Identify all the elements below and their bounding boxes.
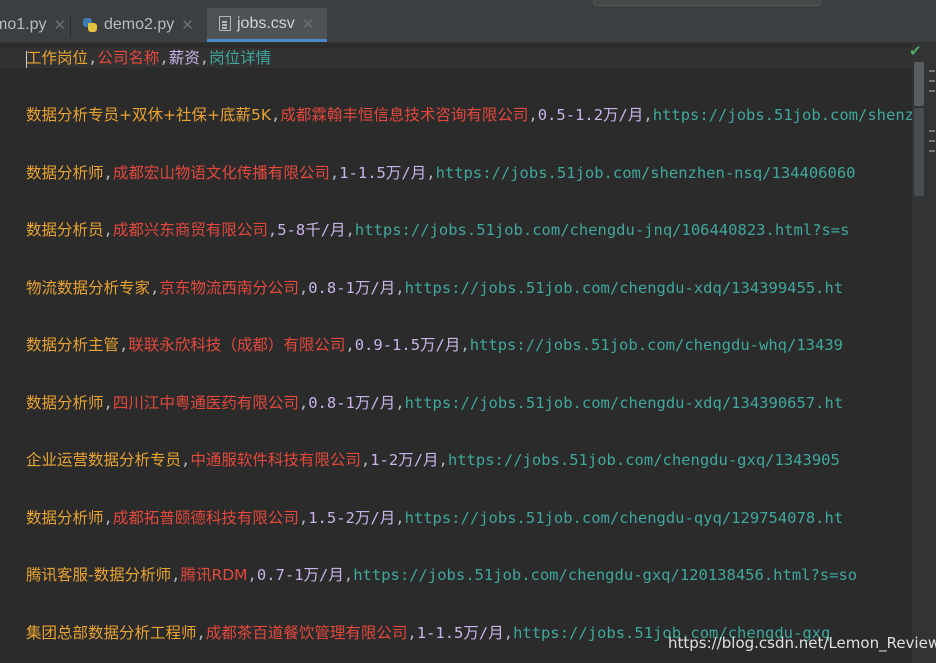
company-cell: 联联永欣科技（成都）有限公司 bbox=[128, 336, 346, 354]
text-file-icon bbox=[219, 16, 231, 31]
url-cell: https://jobs.51job.com/chengdu-xdq/13439… bbox=[404, 393, 844, 412]
salary-cell: 0.7-1万/月 bbox=[256, 566, 344, 584]
tab-separator bbox=[70, 16, 71, 38]
csv-data-line: 物流数据分析专家,京东物流西南分公司,0.8-1万/月,https://jobs… bbox=[26, 278, 844, 297]
tab-jobs-csv[interactable]: jobs.csv ✕ bbox=[207, 8, 327, 42]
tab-label: jobs.csv bbox=[237, 14, 295, 32]
side-tool-strip[interactable] bbox=[928, 60, 936, 170]
tab-demo2[interactable]: demo2.py ✕ bbox=[82, 8, 206, 42]
url-cell: https://jobs.51job.com/chengdu-gxq/12013… bbox=[353, 566, 858, 584]
url-cell: https://jobs.51job.com/shenzhen-nsq/1344… bbox=[652, 106, 912, 124]
header-title: 工作岗位 bbox=[26, 49, 89, 67]
tab-label: mo1.py bbox=[0, 16, 47, 33]
salary-cell: 0.8-1万/月 bbox=[308, 278, 396, 297]
job-title-cell: 数据分析师 bbox=[26, 393, 104, 412]
tab-label: demo2.py bbox=[104, 16, 175, 33]
watermark-text: https://blog.csdn.net/Lemon_Review bbox=[668, 634, 936, 652]
csv-data-line: 企业运营数据分析专员,中通服软件科技有限公司,1-2万/月,https://jo… bbox=[26, 451, 840, 469]
company-cell: 成都兴东商贸有限公司 bbox=[112, 221, 268, 239]
checkmark-icon: ✔ bbox=[909, 42, 922, 60]
url-cell: https://jobs.51job.com/chengdu-whq/13439 bbox=[469, 336, 843, 354]
company-cell: 成都拓普颐德科技有限公司 bbox=[112, 508, 299, 527]
salary-cell: 5-8千/月 bbox=[277, 221, 346, 239]
csv-header-line: 工作岗位,公司名称,薪资,岗位详情 bbox=[0, 48, 912, 68]
url-cell: https://jobs.51job.com/chengdu-xdq/13439… bbox=[404, 278, 844, 297]
company-cell: 四川江中粤通医药有限公司 bbox=[112, 393, 299, 412]
header-url: 岗位详情 bbox=[209, 49, 272, 67]
job-title-cell: 企业运营数据分析专员 bbox=[26, 451, 182, 469]
scrollbar-thumb[interactable] bbox=[914, 62, 924, 106]
csv-data-line: 数据分析员,成都兴东商贸有限公司,5-8千/月,https://jobs.51j… bbox=[26, 221, 850, 239]
salary-cell: 1-1.5万/月 bbox=[339, 163, 427, 182]
python-file-icon bbox=[82, 17, 98, 33]
csv-data-line: 数据分析专员+双休+社保+底薪5K,成都霖翰丰恒信息技术咨询有限公司,0.5-1… bbox=[26, 105, 912, 125]
company-cell: 成都宏山物语文化传播有限公司 bbox=[112, 163, 330, 182]
salary-cell: 1-2万/月 bbox=[370, 451, 439, 469]
company-cell: 腾讯RDM bbox=[180, 566, 248, 584]
job-title-cell: 集团总部数据分析工程师 bbox=[26, 623, 197, 642]
csv-data-line: 数据分析师,成都宏山物语文化传播有限公司,1-1.5万/月,https://jo… bbox=[26, 163, 856, 182]
csv-data-line: 数据分析师,成都拓普颐德科技有限公司,1.5-2万/月,https://jobs… bbox=[26, 508, 844, 527]
tab-demo1[interactable]: mo1.py ✕ bbox=[0, 8, 68, 42]
close-icon[interactable]: ✕ bbox=[181, 16, 194, 34]
url-cell: https://jobs.51job.com/shenzhen-nsq/1344… bbox=[435, 163, 856, 182]
company-cell: 京东物流西南分公司 bbox=[159, 278, 299, 297]
salary-cell: 0.8-1万/月 bbox=[308, 393, 396, 412]
close-icon[interactable]: ✕ bbox=[302, 15, 315, 33]
csv-data-line: 腾讯客服-数据分析师,腾讯RDM,0.7-1万/月,https://jobs.5… bbox=[26, 566, 858, 584]
job-title-cell: 数据分析师 bbox=[26, 163, 104, 182]
salary-cell: 0.5-1.2万/月 bbox=[537, 106, 644, 124]
text-cursor bbox=[26, 51, 27, 68]
company-cell: 成都茶百道餐饮管理有限公司 bbox=[205, 623, 408, 642]
scrollbar-track-marker bbox=[914, 108, 924, 196]
job-title-cell: 腾讯客服-数据分析师 bbox=[26, 566, 172, 584]
company-cell: 成都霖翰丰恒信息技术咨询有限公司 bbox=[280, 106, 529, 124]
url-cell: https://jobs.51job.com/chengdu-gxq/13439… bbox=[447, 451, 840, 469]
csv-data-line: 数据分析主管,联联永欣科技（成都）有限公司,0.9-1.5万/月,https:/… bbox=[26, 336, 843, 354]
url-cell: https://jobs.51job.com/chengdu-jnq/10644… bbox=[354, 221, 850, 239]
job-title-cell: 数据分析员 bbox=[26, 221, 104, 239]
job-title-cell: 数据分析专员+双休+社保+底薪5K bbox=[26, 106, 271, 124]
csv-data-line: 数据分析师,四川江中粤通医药有限公司,0.8-1万/月,https://jobs… bbox=[26, 393, 844, 412]
title-strip bbox=[0, 0, 936, 8]
editor-tab-bar: mo1.py ✕ demo2.py ✕ jobs.csv ✕ bbox=[0, 8, 936, 43]
salary-cell: 0.9-1.5万/月 bbox=[354, 336, 461, 354]
header-company: 公司名称 bbox=[97, 49, 160, 67]
code-editor[interactable]: 工作岗位,公司名称,薪资,岗位详情 数据分析专员+双休+社保+底薪5K,成都霖翰… bbox=[0, 43, 912, 663]
header-salary: 薪资 bbox=[168, 49, 200, 67]
search-box[interactable] bbox=[593, 0, 821, 6]
salary-cell: 1.5-2万/月 bbox=[308, 508, 396, 527]
url-cell: https://jobs.51job.com/chengdu-qyq/12975… bbox=[404, 508, 844, 527]
job-title-cell: 物流数据分析专家 bbox=[26, 278, 151, 297]
job-title-cell: 数据分析主管 bbox=[26, 336, 120, 354]
company-cell: 中通服软件科技有限公司 bbox=[190, 451, 361, 469]
salary-cell: 1-1.5万/月 bbox=[416, 623, 504, 642]
close-icon[interactable]: ✕ bbox=[53, 16, 66, 34]
job-title-cell: 数据分析师 bbox=[26, 508, 104, 527]
